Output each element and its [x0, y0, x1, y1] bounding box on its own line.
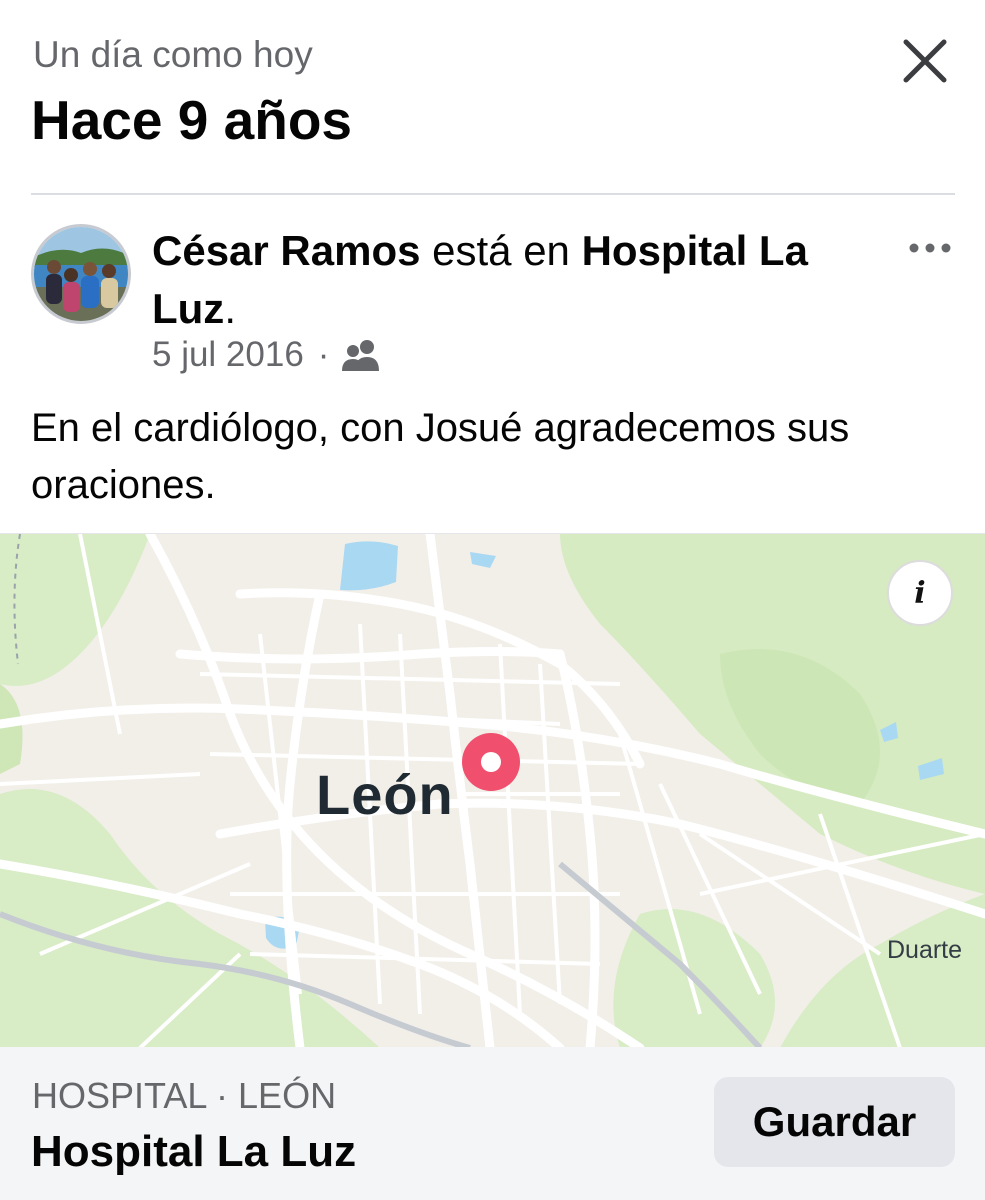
place-card[interactable]: HOSPITAL · LEÓN Hospital La Luz Guardar [0, 1047, 985, 1200]
post-text: En el cardiólogo, con Josué agradecemos … [31, 406, 850, 507]
memory-title: Hace 9 años [31, 89, 353, 151]
checkin-end: . [224, 285, 236, 332]
close-icon [903, 39, 947, 83]
post-date[interactable]: 5 jul 2016 [152, 335, 304, 375]
post-meta: 5 jul 2016 · [152, 335, 383, 375]
place-category: HOSPITAL · LEÓN [32, 1075, 337, 1116]
friends-icon [342, 340, 380, 371]
author-name[interactable]: César Ramos [152, 227, 420, 274]
map-town-label: Duarte [887, 936, 963, 964]
memory-header: Un día como hoy Hace 9 años [0, 0, 985, 195]
close-button[interactable] [896, 32, 954, 90]
map[interactable]: i León Duarte [0, 533, 985, 1047]
post-header: César Ramos está en Hospital La Luz. 5 j… [0, 195, 985, 385]
save-button[interactable]: Guardar [714, 1077, 955, 1167]
post-author-line: César Ramos está en Hospital La Luz. [152, 222, 892, 338]
more-icon [909, 243, 951, 253]
map-city-label: León [316, 763, 454, 826]
map-info-button[interactable]: i [887, 560, 953, 626]
map-canvas [0, 534, 985, 1047]
checkin-connector: está en [420, 227, 582, 274]
place-name[interactable]: Hospital La Luz [31, 1127, 356, 1177]
memory-subtitle: Un día como hoy [33, 34, 313, 75]
meta-separator: · [317, 335, 330, 374]
more-options-button[interactable] [905, 233, 955, 263]
avatar[interactable] [31, 224, 131, 324]
